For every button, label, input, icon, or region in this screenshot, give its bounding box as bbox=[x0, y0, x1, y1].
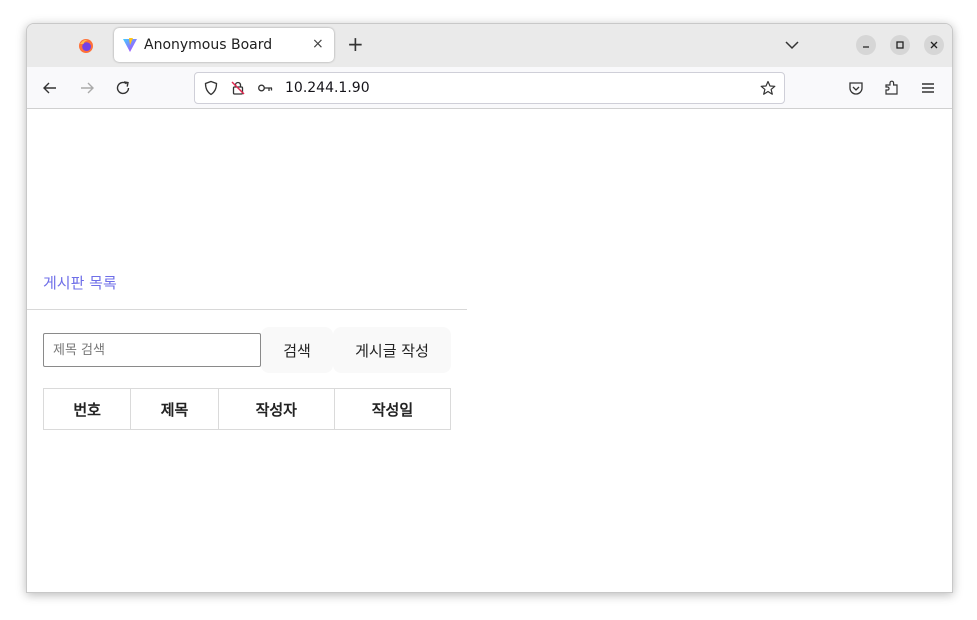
maximize-button[interactable] bbox=[890, 35, 910, 55]
pocket-icon[interactable] bbox=[847, 79, 865, 97]
url-text[interactable]: 10.244.1.90 bbox=[285, 80, 370, 96]
header-title: 제목 bbox=[130, 388, 219, 430]
header-number: 번호 bbox=[42, 388, 132, 430]
reload-icon[interactable] bbox=[114, 79, 132, 97]
divider bbox=[27, 309, 467, 310]
close-icon bbox=[930, 41, 938, 49]
minimize-icon bbox=[863, 46, 869, 48]
table-header-row: 번호 제목 작성자 작성일 bbox=[42, 388, 452, 430]
forward-arrow-icon[interactable] bbox=[78, 79, 96, 97]
tab-strip: Anonymous Board × + bbox=[27, 24, 952, 67]
search-input[interactable] bbox=[43, 333, 261, 367]
vite-favicon-icon bbox=[123, 38, 137, 52]
tab-anonymous-board[interactable]: Anonymous Board × bbox=[114, 28, 334, 62]
board-table: 번호 제목 작성자 작성일 bbox=[42, 388, 452, 430]
search-button[interactable]: 검색 bbox=[261, 327, 333, 373]
header-date: 작성일 bbox=[333, 388, 452, 430]
maximize-icon bbox=[896, 41, 904, 49]
close-window-button[interactable] bbox=[924, 35, 944, 55]
page-content: 게시판 목록 검색 게시글 작성 번호 제목 작성자 작성일 bbox=[27, 109, 952, 592]
tracking-shield-icon[interactable] bbox=[203, 80, 219, 96]
hamburger-menu-icon[interactable] bbox=[919, 79, 937, 97]
bookmark-star-icon[interactable] bbox=[760, 80, 776, 96]
page-title[interactable]: 게시판 목록 bbox=[43, 272, 117, 293]
insecure-lock-icon[interactable] bbox=[230, 80, 246, 96]
browser-window: Anonymous Board × + 10.244.1.90 게시판 목록 제… bbox=[26, 23, 953, 593]
tab-title: Anonymous Board bbox=[144, 37, 273, 53]
write-post-button[interactable]: 게시글 작성 bbox=[333, 327, 451, 373]
chevron-down-icon[interactable] bbox=[784, 37, 800, 53]
firefox-logo-icon[interactable] bbox=[78, 38, 94, 54]
tab-close-icon[interactable]: × bbox=[312, 36, 324, 52]
navigation-bar: 10.244.1.90 bbox=[27, 67, 952, 109]
minimize-button[interactable] bbox=[856, 35, 876, 55]
key-icon[interactable] bbox=[257, 80, 273, 96]
extensions-icon[interactable] bbox=[883, 79, 901, 97]
url-bar[interactable]: 10.244.1.90 bbox=[194, 72, 785, 104]
header-author: 작성자 bbox=[217, 388, 335, 430]
back-arrow-icon[interactable] bbox=[41, 79, 59, 97]
new-tab-icon[interactable]: + bbox=[347, 34, 364, 54]
